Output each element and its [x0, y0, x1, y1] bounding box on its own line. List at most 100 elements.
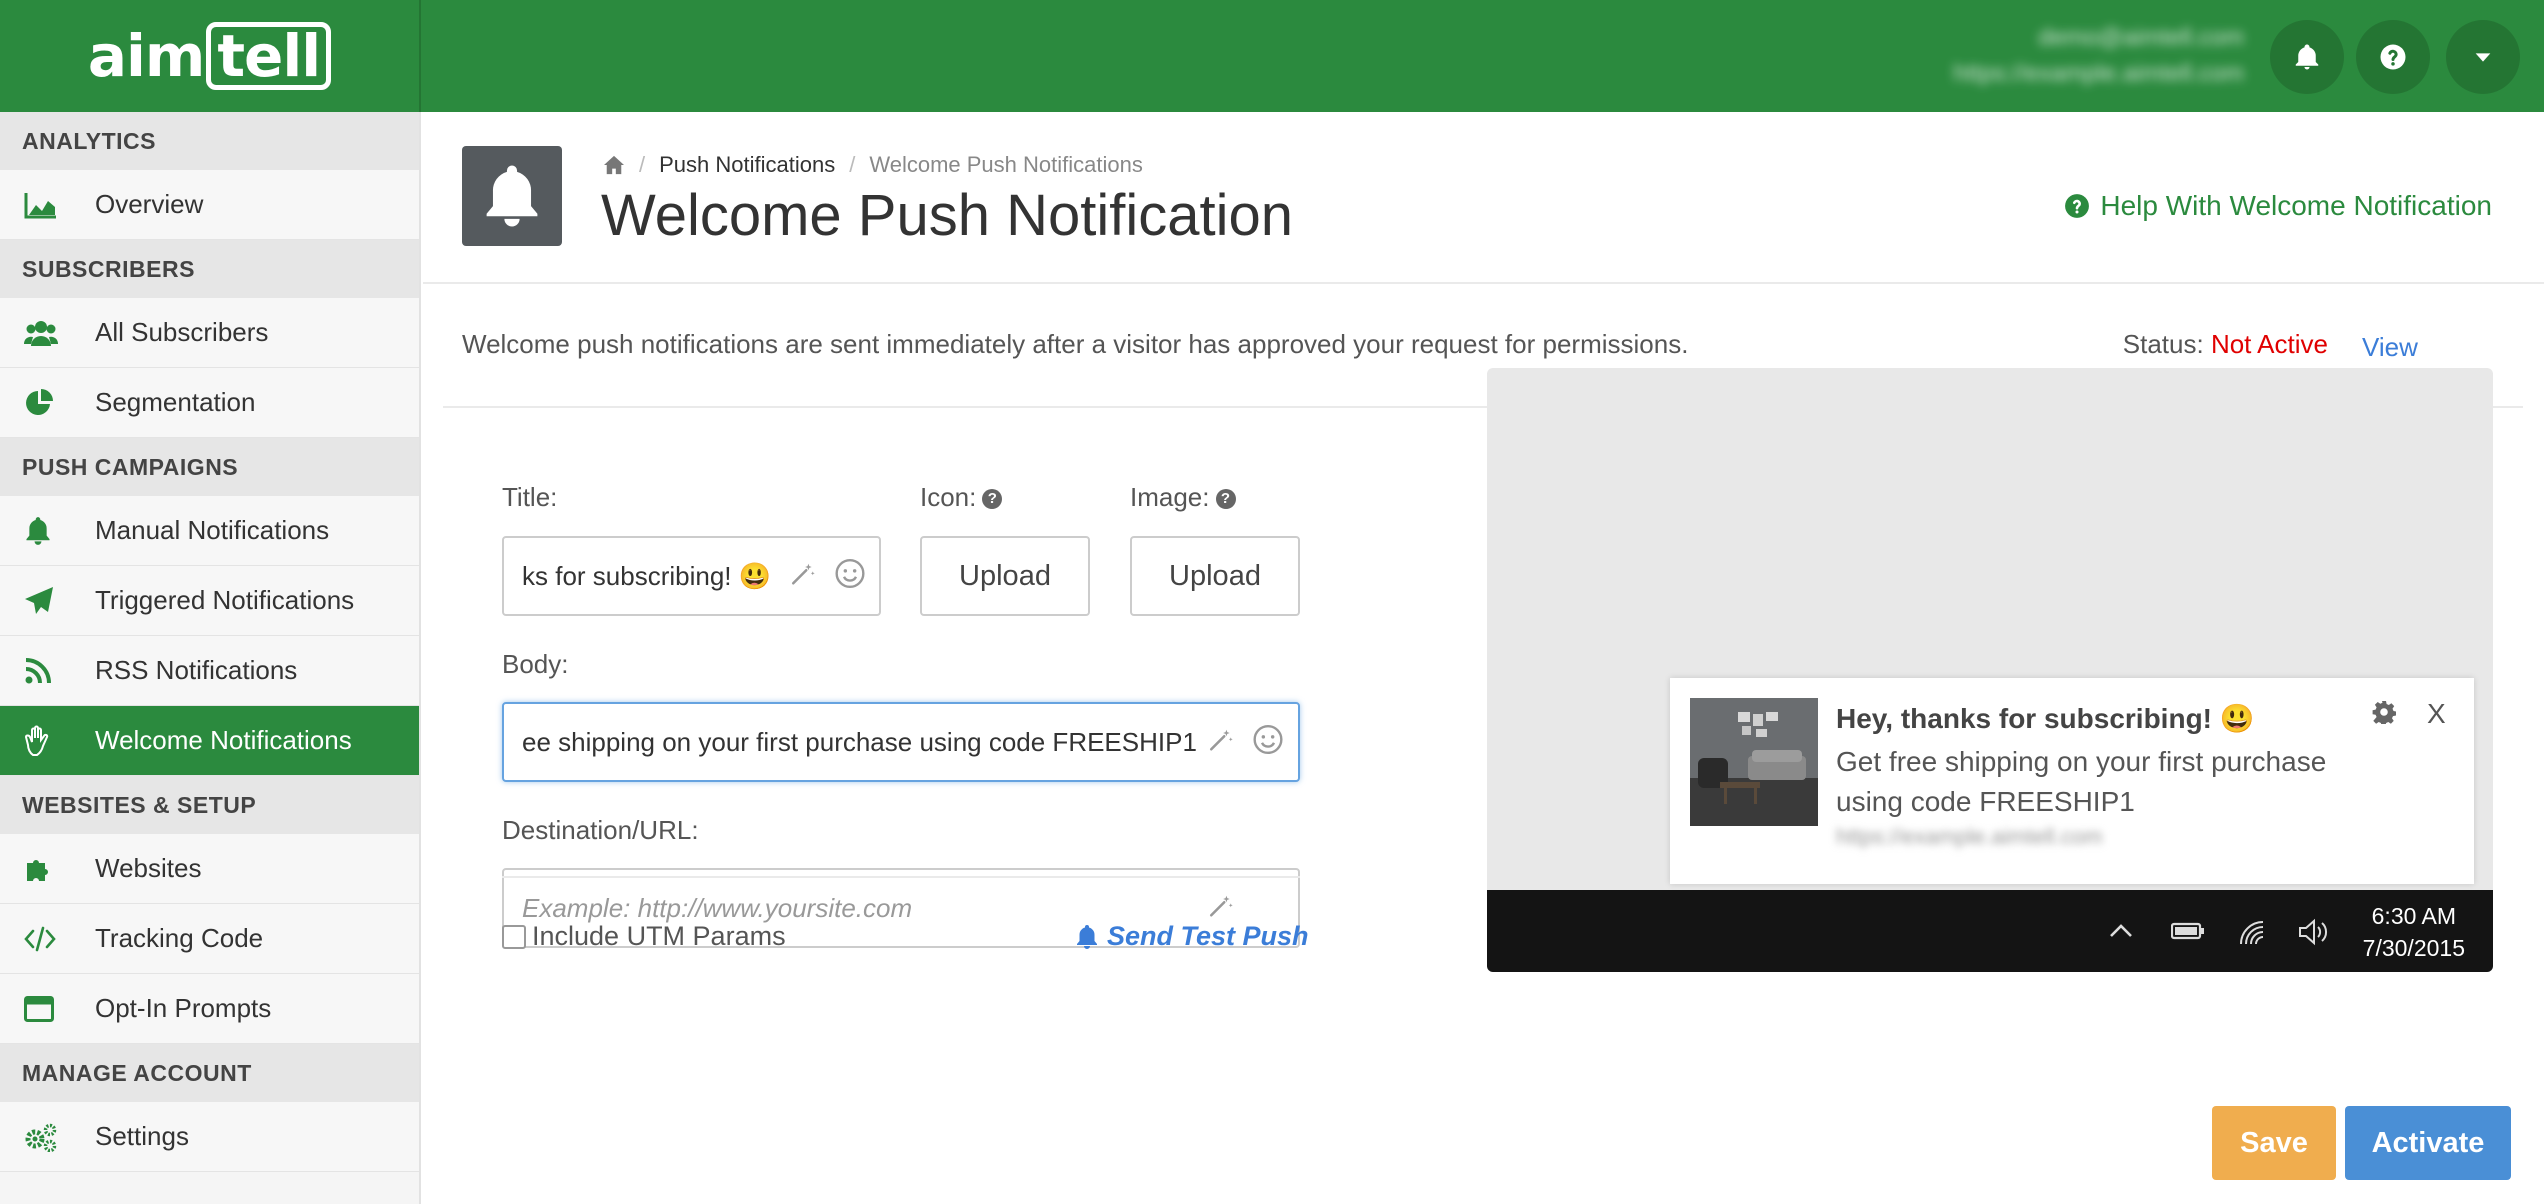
notifications-button[interactable]	[2270, 20, 2344, 94]
os-taskbar: 6:30 AM 7/30/2015	[1487, 890, 2493, 972]
title-label: Title:	[502, 482, 558, 512]
preview-url: https://example.aimtell.com	[1836, 824, 2103, 849]
body-input-value: ee shipping on your first purchase using…	[522, 726, 1197, 757]
save-button[interactable]: Save	[2212, 1106, 2336, 1180]
top-header: aim tell demo@aimtell.com https://example…	[0, 0, 2544, 112]
section-header-push-campaigns: PUSH CAMPAIGNS	[0, 438, 419, 496]
sidebar-item-label: Welcome Notifications	[95, 725, 352, 755]
icon-upload-button[interactable]: Upload	[920, 536, 1090, 616]
gears-icon	[25, 1123, 57, 1152]
code-icon	[24, 926, 56, 951]
sidebar-item-websites[interactable]: Websites	[0, 834, 419, 904]
send-test-push-button[interactable]: Send Test Push	[1075, 921, 1309, 952]
home-icon[interactable]	[603, 155, 625, 175]
wifi-icon	[2237, 918, 2267, 951]
section-header-manage-account: MANAGE ACCOUNT	[0, 1044, 419, 1102]
page-title: Welcome Push Notification	[601, 183, 1294, 248]
emoji-picker-icon[interactable]	[834, 558, 866, 595]
help-button[interactable]	[2356, 20, 2430, 94]
form-divider	[502, 876, 1300, 878]
chevron-up-icon	[2107, 918, 2135, 949]
body-label: Body:	[502, 649, 569, 679]
logo-container[interactable]: aim tell	[0, 0, 421, 112]
preview-close-button[interactable]: X	[2427, 698, 2446, 730]
users-icon	[24, 320, 58, 346]
sidebar-item-label: Manual Notifications	[95, 515, 330, 545]
page-description: Welcome push notifications are sent imme…	[462, 329, 1689, 359]
bell-icon	[26, 516, 50, 545]
user-info: demo@aimtell.com https://example.aimtell…	[1953, 20, 2244, 92]
breadcrumb-separator: /	[849, 152, 856, 177]
user-site: https://example.aimtell.com	[1953, 60, 2244, 87]
sidebar-item-opt-in-prompts[interactable]: Opt-In Prompts	[0, 974, 419, 1044]
bell-icon	[486, 165, 538, 227]
preview-notification-card: Hey, thanks for subscribing! 😃 Get free …	[1670, 678, 2474, 884]
question-circle-icon[interactable]: ?	[1215, 489, 1236, 510]
preview-body: Get free shipping on your first purchase…	[1836, 746, 2327, 817]
utm-checkbox[interactable]	[502, 924, 526, 949]
gear-icon[interactable]	[2372, 700, 2396, 729]
image-upload-button[interactable]: Upload	[1130, 536, 1300, 616]
sidebar-item-welcome-notifications[interactable]: Welcome Notifications	[0, 706, 419, 776]
preview-title: Hey, thanks for subscribing! 😃	[1836, 703, 2255, 734]
section-header-websites-setup: WEBSITES & SETUP	[0, 776, 419, 834]
sidebar-item-segmentation[interactable]: Segmentation	[0, 368, 419, 438]
sidebar-item-label: Overview	[95, 189, 204, 219]
logo-text: aim	[87, 22, 205, 90]
sidebar-item-label: Triggered Notifications	[95, 585, 355, 615]
caret-down-icon	[2475, 53, 2491, 62]
section-header-subscribers: SUBSCRIBERS	[0, 240, 419, 298]
breadcrumb: / Push Notifications / Welcome Push Noti…	[603, 152, 1143, 178]
user-email: demo@aimtell.com	[2038, 24, 2244, 51]
activate-button[interactable]: Activate	[2345, 1106, 2511, 1180]
clock-date: 7/30/2015	[2362, 935, 2465, 961]
bell-icon	[1077, 924, 1097, 949]
sidebar-item-label: Settings	[95, 1121, 189, 1151]
sidebar-item-label: Tracking Code	[95, 923, 264, 953]
magic-wand-icon[interactable]	[1208, 727, 1234, 758]
magic-wand-icon[interactable]	[1208, 893, 1234, 924]
question-circle-icon[interactable]: ?	[982, 489, 1003, 510]
icon-label-text: Icon:	[920, 482, 977, 512]
magic-wand-icon[interactable]	[790, 561, 816, 592]
section-header-analytics: ANALYTICS	[0, 112, 419, 170]
breadcrumb-push-notifications[interactable]: Push Notifications	[659, 152, 835, 178]
puzzle-icon	[27, 859, 48, 881]
status-value: Not Active	[2210, 329, 2328, 359]
help-link-label: Help With Welcome Notification	[2100, 190, 2492, 221]
account-dropdown-button[interactable]	[2446, 20, 2520, 94]
sidebar-item-label: All Subscribers	[95, 317, 269, 347]
emoji-picker-icon[interactable]	[1252, 724, 1284, 761]
sidebar-item-triggered-notifications[interactable]: Triggered Notifications	[0, 566, 419, 636]
taskbar-clock: 6:30 AM 7/30/2015	[2363, 900, 2465, 964]
notification-preview: Hey, thanks for subscribing! 😃 Get free …	[1487, 368, 2493, 972]
image-label: Image:?	[1130, 482, 1236, 513]
aimtell-logo: aim tell	[87, 22, 332, 90]
sidebar-item-tracking-code[interactable]: Tracking Code	[0, 904, 419, 974]
breadcrumb-separator: /	[639, 152, 646, 177]
icon-label: Icon:?	[920, 482, 1003, 513]
question-circle-icon	[2380, 44, 2406, 70]
question-circle-icon	[2065, 194, 2090, 218]
utm-label: Include UTM Params	[532, 921, 786, 951]
sidebar-item-settings[interactable]: Settings	[0, 1102, 419, 1172]
utm-params-option[interactable]: Include UTM Params	[502, 921, 786, 952]
sidebar-item-overview[interactable]: Overview	[0, 170, 419, 240]
help-link[interactable]: Help With Welcome Notification	[2064, 190, 2492, 222]
sidebar: ANALYTICS Overview SUBSCRIBERS All Subsc…	[0, 112, 421, 1204]
notification-image	[1690, 698, 1818, 826]
title-input[interactable]: ks for subscribing! 😃	[502, 536, 881, 616]
sidebar-item-all-subscribers[interactable]: All Subscribers	[0, 298, 419, 368]
sidebar-item-label: Websites	[95, 853, 202, 883]
body-input[interactable]: ee shipping on your first purchase using…	[502, 702, 1300, 782]
status-indicator: Status: Not Active	[2123, 329, 2328, 360]
sidebar-item-manual-notifications[interactable]: Manual Notifications	[0, 496, 419, 566]
area-chart-icon	[24, 192, 56, 218]
breadcrumb-current: Welcome Push Notifications	[869, 152, 1143, 177]
sidebar-item-rss-notifications[interactable]: RSS Notifications	[0, 636, 419, 706]
pie-chart-icon	[26, 388, 53, 415]
title-input-value: ks for subscribing! 😃	[522, 560, 772, 591]
send-test-push-label: Send Test Push	[1107, 921, 1309, 951]
bell-icon	[2295, 44, 2319, 70]
clock-time: 6:30 AM	[2371, 903, 2457, 929]
